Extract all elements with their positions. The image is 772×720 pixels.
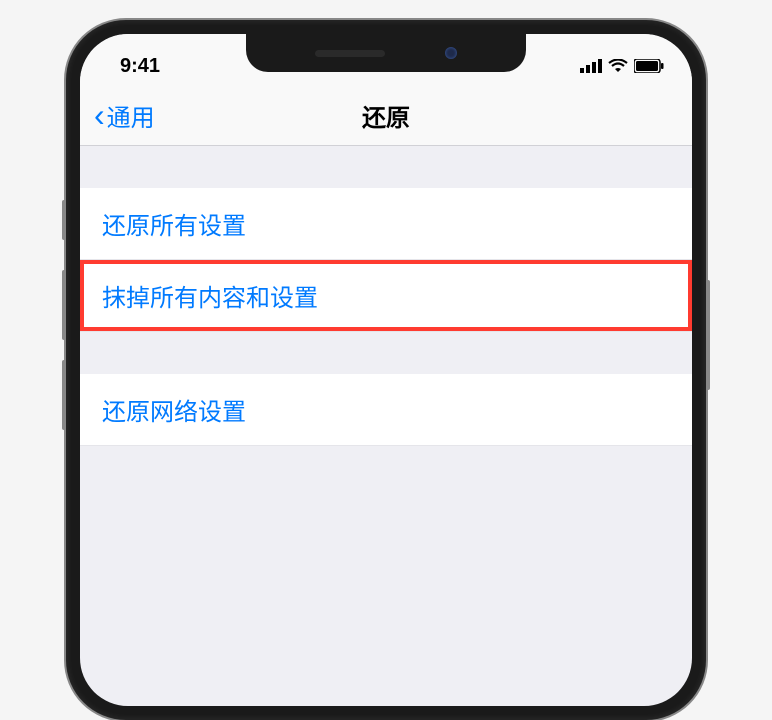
mute-switch xyxy=(62,200,66,240)
back-label: 通用 xyxy=(107,98,155,133)
back-button[interactable]: ‹ 通用 xyxy=(94,97,155,134)
notch xyxy=(246,34,526,72)
volume-down-button xyxy=(62,360,66,430)
reset-all-settings-item[interactable]: 还原所有设置 xyxy=(80,188,692,260)
phone-frame: 9:41 xyxy=(66,20,706,720)
reset-network-settings-item[interactable]: 还原网络设置 xyxy=(80,374,692,446)
item-label: 还原所有设置 xyxy=(102,213,246,240)
battery-icon xyxy=(634,59,664,73)
status-icons xyxy=(580,59,664,73)
erase-all-content-item[interactable]: 抹掉所有内容和设置 xyxy=(80,260,692,332)
page-title: 还原 xyxy=(362,98,410,133)
content: 还原所有设置 抹掉所有内容和设置 还原网络设置 xyxy=(80,146,692,446)
power-button xyxy=(706,280,710,390)
navigation-bar: ‹ 通用 还原 xyxy=(80,86,692,146)
section-gap xyxy=(80,332,692,374)
section-gap xyxy=(80,146,692,188)
item-label: 抹掉所有内容和设置 xyxy=(102,285,318,312)
speaker xyxy=(315,50,385,57)
wifi-icon xyxy=(608,59,628,73)
volume-up-button xyxy=(62,270,66,340)
status-time: 9:41 xyxy=(120,55,160,78)
item-label: 还原网络设置 xyxy=(102,399,246,426)
phone-screen: 9:41 xyxy=(80,34,692,706)
chevron-left-icon: ‹ xyxy=(94,97,105,134)
cellular-icon xyxy=(580,59,602,73)
front-camera xyxy=(445,47,457,59)
